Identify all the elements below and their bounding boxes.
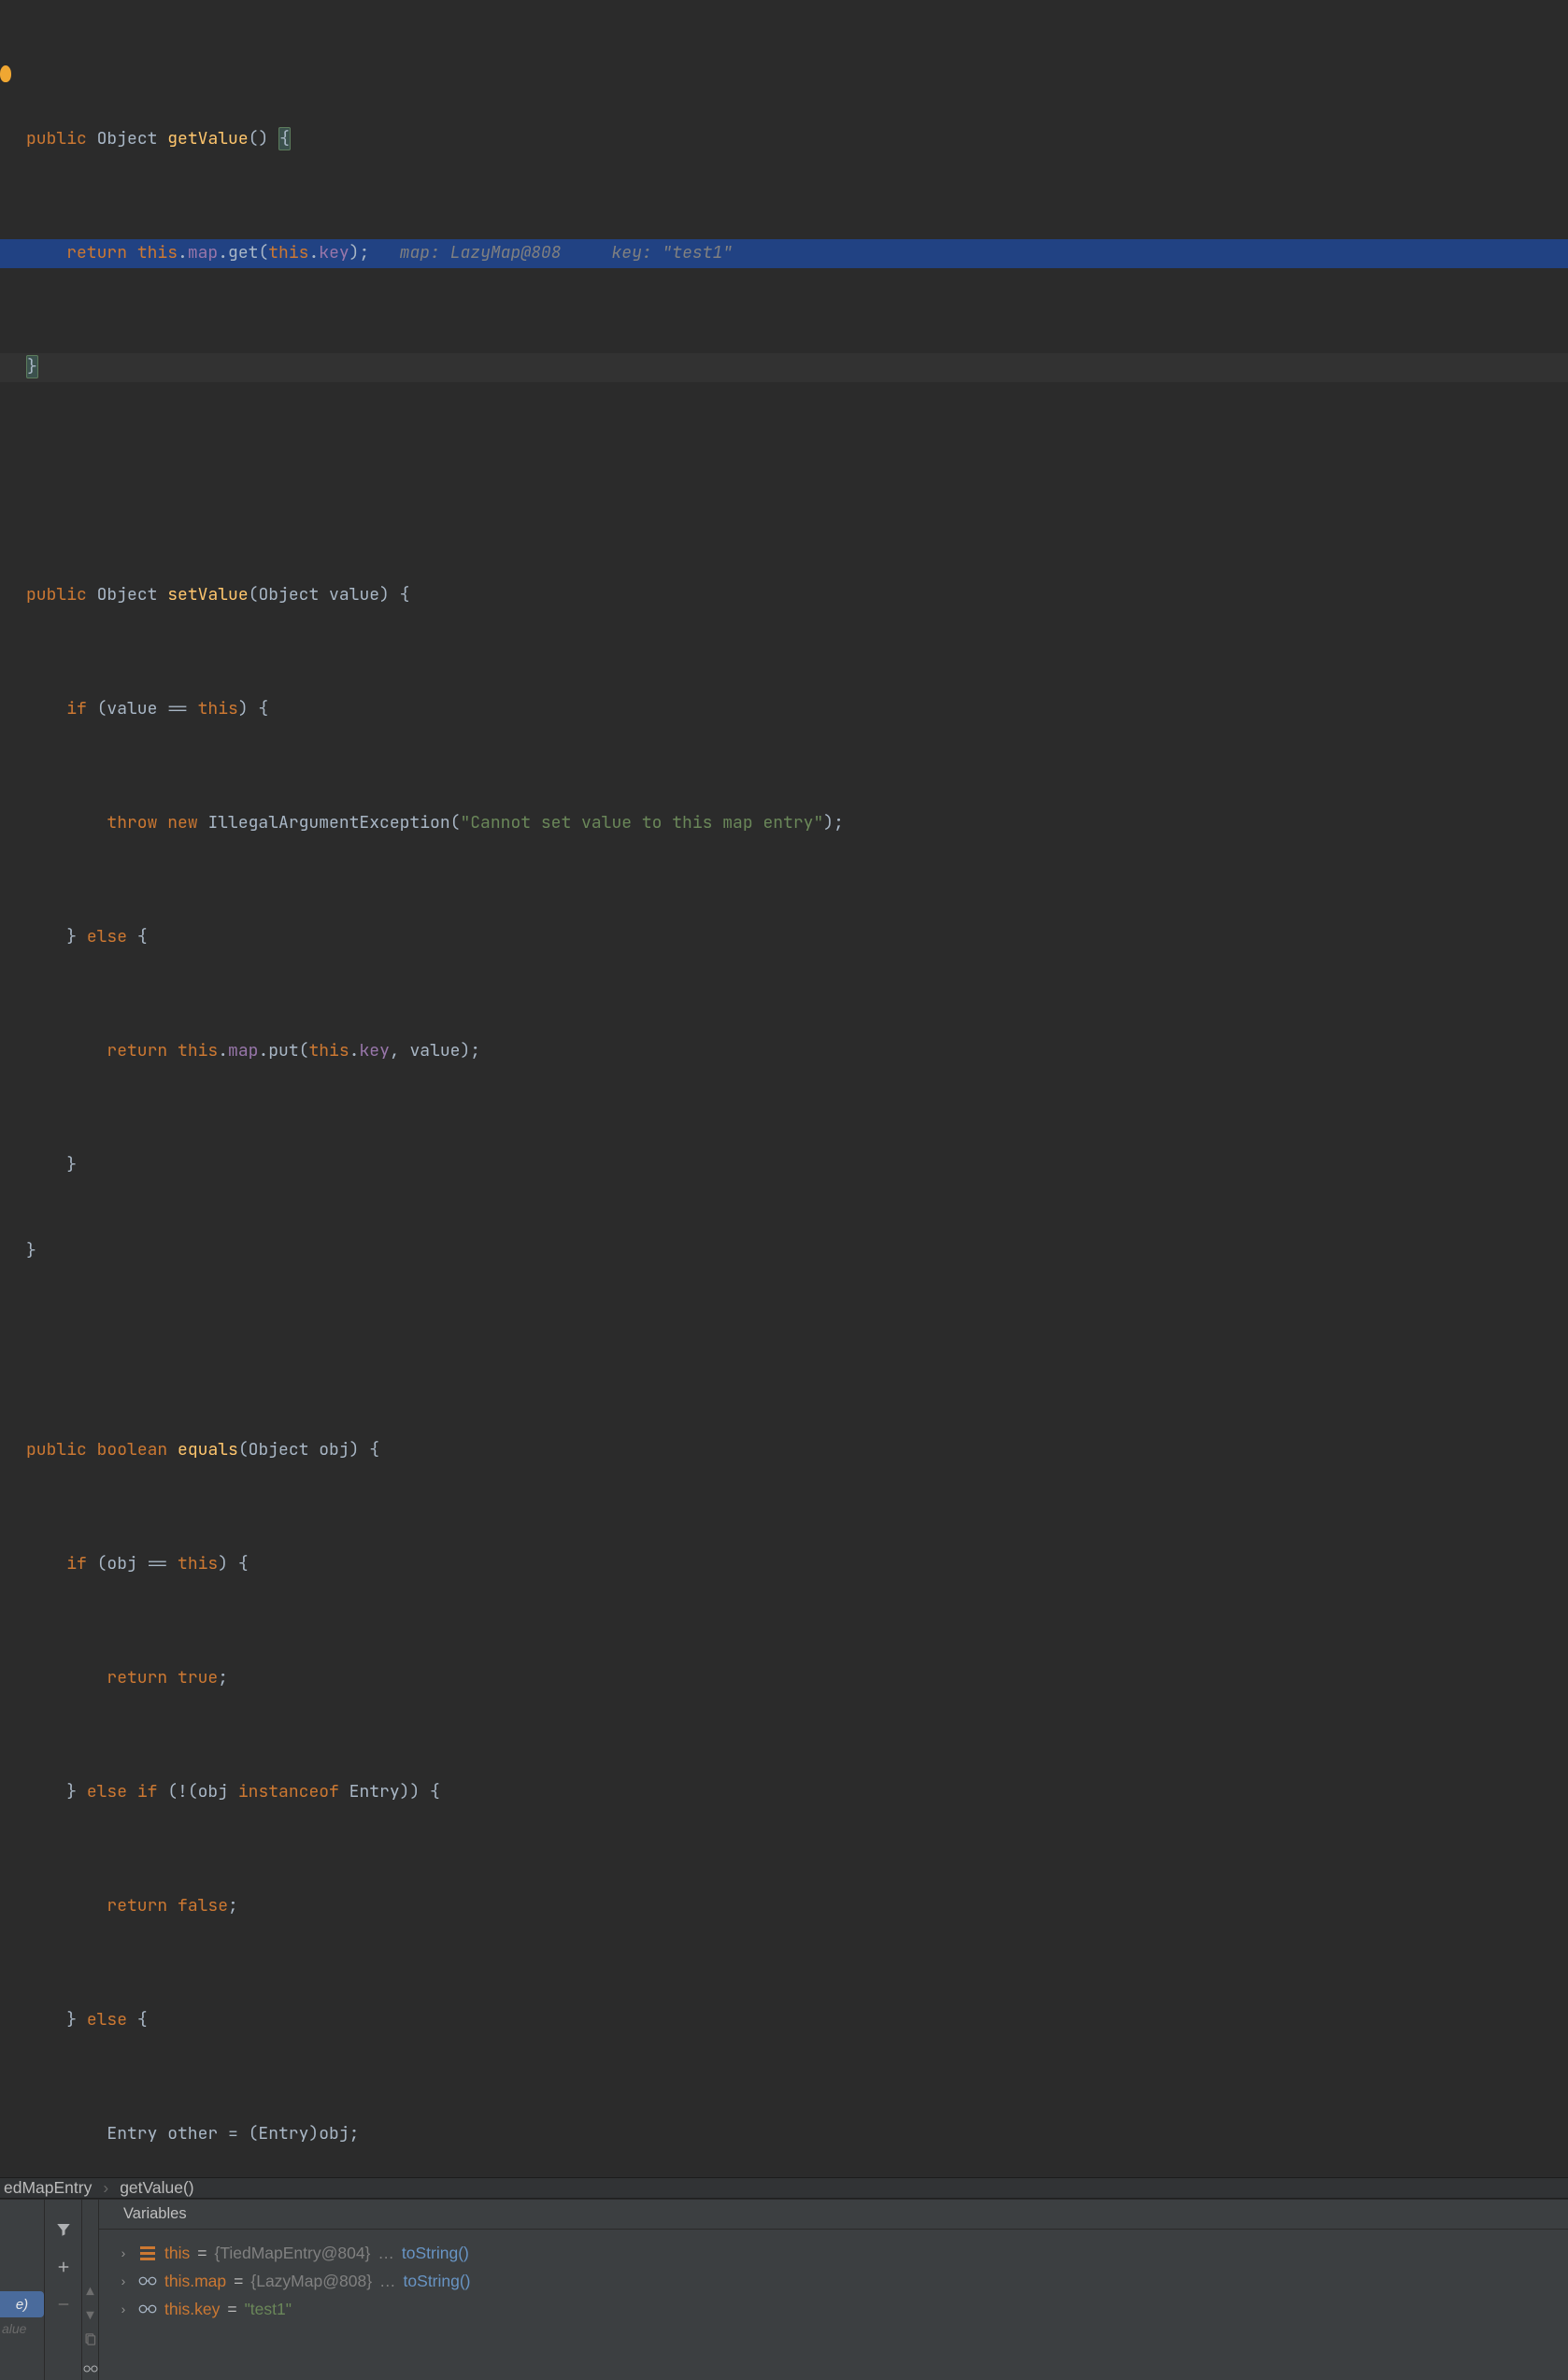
equals-text: = bbox=[227, 2300, 236, 2319]
active-frame-label[interactable]: e) bbox=[0, 2291, 44, 2317]
arrow-up-icon[interactable]: ▲ bbox=[86, 2284, 93, 2301]
code-line[interactable]: return this.map.put(this.key, value); bbox=[0, 1037, 1568, 1066]
watch-side-controls: ▲ ▼ bbox=[82, 2200, 99, 2380]
code-line[interactable]: Entry other = (Entry)obj; bbox=[0, 2120, 1568, 2149]
debug-tool-window: e) alue ▲ ▼ Variables › this = {TiedMapE… bbox=[0, 2200, 1568, 2380]
variables-tree[interactable]: › this = {TiedMapEntry@804} … toString()… bbox=[99, 2230, 1568, 2323]
variable-value: {LazyMap@808} bbox=[250, 2272, 372, 2291]
copy-icon[interactable] bbox=[83, 2332, 97, 2351]
code-line[interactable]: throw new IllegalArgumentException("Cann… bbox=[0, 809, 1568, 838]
intention-bulb-icon[interactable] bbox=[0, 65, 11, 82]
tostring-link[interactable]: toString() bbox=[402, 2244, 469, 2263]
variable-value: "test1" bbox=[245, 2300, 292, 2319]
variables-panel: Variables › this = {TiedMapEntry@804} … … bbox=[99, 2200, 1568, 2380]
inactive-frame-label[interactable]: alue bbox=[0, 2321, 44, 2336]
breadcrumb[interactable]: edMapEntry › getValue() bbox=[0, 2178, 1568, 2199]
inline-debug-hint: map: LazyMap@808 key: "test1" bbox=[369, 242, 733, 264]
variable-value: {TiedMapEntry@804} bbox=[214, 2244, 370, 2263]
code-line[interactable]: if (value == this) { bbox=[0, 695, 1568, 724]
remove-watch-icon[interactable] bbox=[50, 2291, 77, 2317]
tostring-link[interactable]: toString() bbox=[404, 2272, 471, 2291]
code-line[interactable]: } bbox=[0, 1151, 1568, 1180]
chevron-right-icon: › bbox=[103, 2178, 108, 2198]
code-line[interactable]: public boolean equals(Object obj) { bbox=[0, 1436, 1568, 1465]
variables-toolbar bbox=[45, 2200, 82, 2380]
chevron-right-icon[interactable]: › bbox=[116, 2302, 131, 2316]
variable-row[interactable]: › this.map = {LazyMap@808} … toString() bbox=[116, 2267, 1568, 2295]
equals-text: = bbox=[234, 2272, 243, 2291]
variable-name: this.key bbox=[164, 2300, 220, 2319]
equals-text: = bbox=[197, 2244, 207, 2263]
glasses-icon bbox=[138, 2273, 157, 2289]
code-line[interactable]: } bbox=[0, 1237, 1568, 1266]
variable-name: this bbox=[164, 2244, 190, 2263]
code-line[interactable]: } else if (!(obj instanceof Entry)) { bbox=[0, 1778, 1568, 1807]
glasses-icon[interactable] bbox=[83, 2359, 98, 2380]
ellipsis: … bbox=[378, 2244, 394, 2263]
code-line[interactable]: public Object setValue(Object value) { bbox=[0, 581, 1568, 610]
code-line[interactable]: return true; bbox=[0, 1664, 1568, 1693]
breadcrumb-class[interactable]: edMapEntry bbox=[4, 2178, 92, 2198]
code-line[interactable]: public Object getValue() { bbox=[0, 125, 1568, 154]
ellipsis: … bbox=[379, 2272, 396, 2291]
variable-row[interactable]: › this = {TiedMapEntry@804} … toString() bbox=[116, 2239, 1568, 2267]
frames-tab-strip: e) alue bbox=[0, 2200, 45, 2380]
arrow-down-icon[interactable]: ▼ bbox=[86, 2308, 93, 2325]
chevron-right-icon[interactable]: › bbox=[116, 2273, 131, 2288]
variables-title: Variables bbox=[99, 2200, 1568, 2230]
execution-line[interactable]: return this.map.get(this.key); map: Lazy… bbox=[0, 239, 1568, 268]
glasses-icon bbox=[138, 2301, 157, 2317]
variable-row[interactable]: › this.key = "test1" bbox=[116, 2295, 1568, 2323]
code-line[interactable]: } bbox=[0, 353, 1568, 382]
code-editor[interactable]: public Object getValue() { return this.m… bbox=[0, 0, 1568, 2177]
code-line[interactable] bbox=[0, 1322, 1568, 1351]
filter-icon[interactable] bbox=[50, 2216, 77, 2243]
object-icon bbox=[138, 2245, 157, 2261]
code-line[interactable]: return false; bbox=[0, 1892, 1568, 1921]
variable-name: this.map bbox=[164, 2272, 226, 2291]
chevron-right-icon[interactable]: › bbox=[116, 2245, 131, 2260]
code-line[interactable] bbox=[0, 467, 1568, 496]
breadcrumb-method[interactable]: getValue() bbox=[120, 2178, 193, 2198]
code-line[interactable]: } else { bbox=[0, 2006, 1568, 2035]
add-watch-icon[interactable] bbox=[50, 2254, 77, 2280]
code-line[interactable]: } else { bbox=[0, 923, 1568, 952]
code-line[interactable]: if (obj == this) { bbox=[0, 1550, 1568, 1579]
